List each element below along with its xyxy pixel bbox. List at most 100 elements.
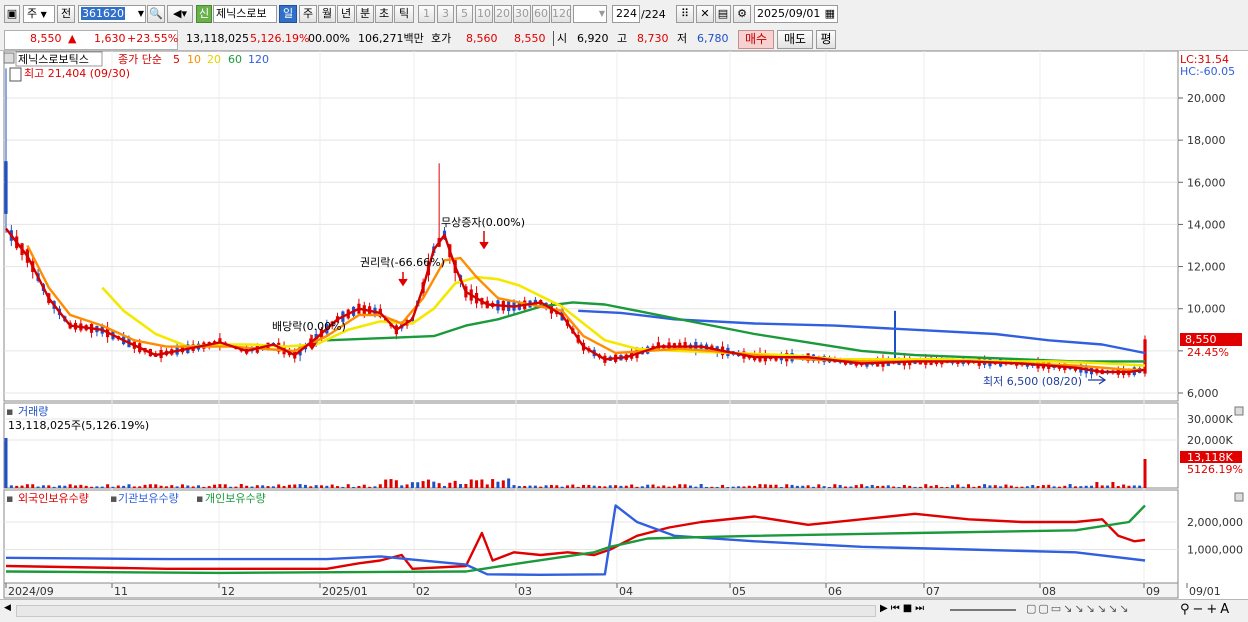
volume-bar — [132, 486, 136, 488]
prev-button[interactable]: 전 — [57, 5, 75, 23]
sell-button[interactable]: 매도 — [777, 30, 813, 49]
interval-input[interactable]: ▼ — [573, 5, 607, 23]
volume-bar — [197, 485, 201, 488]
drawing-tools-icon[interactable]: ▢▢▭↘↘↘↘↘↘ — [1026, 602, 1130, 615]
save-icon[interactable]: ▤ — [715, 5, 731, 23]
volume-bar — [908, 485, 912, 488]
volume-bar — [373, 486, 377, 488]
date-input[interactable]: 2025/09/01 ▦ — [754, 5, 838, 23]
volume-bar — [988, 485, 992, 488]
period-month-button[interactable]: 월 — [318, 5, 336, 23]
period-year-button[interactable]: 년 — [337, 5, 355, 23]
volume-bar — [229, 486, 233, 488]
volume-bar — [870, 484, 874, 488]
volume-bar — [1025, 486, 1029, 488]
volume-bar — [624, 485, 628, 488]
mode-select[interactable]: 주 ▼ — [23, 5, 55, 23]
volume-bar — [902, 484, 906, 488]
gear-icon[interactable]: ⚙ — [733, 5, 751, 23]
volume-bar — [1068, 484, 1072, 488]
volume-bar — [1052, 486, 1056, 488]
interval-1-button[interactable]: 1 — [418, 5, 435, 23]
volume-bar — [303, 484, 307, 488]
interval-3-button[interactable]: 3 — [437, 5, 454, 23]
volume-bar — [416, 482, 420, 488]
volume-bar — [672, 485, 676, 488]
close-panel-icon[interactable] — [1234, 406, 1244, 416]
high-note: 최고 21,404 (09/30) — [24, 67, 130, 80]
eval-button[interactable]: 평 — [816, 30, 836, 49]
period-day-button[interactable]: 일 — [279, 5, 297, 23]
interval-10-button[interactable]: 10 — [475, 5, 493, 23]
up-arrow-icon: ▲ — [68, 32, 77, 45]
volume-bar — [656, 486, 660, 488]
quote-bid: 8,550 — [514, 32, 546, 45]
volume-bar — [293, 484, 297, 488]
interval-20-button[interactable]: 20 — [494, 5, 512, 23]
volume-bar — [287, 484, 291, 488]
volume-bar — [1041, 485, 1045, 488]
volume-bar — [918, 486, 922, 488]
close-panel-icon[interactable] — [1234, 492, 1244, 502]
calculator-icon[interactable] — [9, 67, 22, 82]
tools-icon[interactable]: ⠿ — [676, 5, 694, 23]
interval-5-button[interactable]: 5 — [456, 5, 473, 23]
zoom-controls[interactable]: ⚲−+A — [1180, 602, 1232, 617]
volume-bar — [886, 485, 890, 488]
price-tick-label: 10,000 — [1187, 303, 1226, 316]
volume-bar — [1138, 485, 1142, 488]
volume-bar — [475, 480, 479, 488]
volume-bar — [726, 486, 730, 488]
volume-bar — [314, 485, 318, 488]
volume-bar — [20, 485, 24, 488]
volume-bar — [539, 486, 543, 488]
speaker-icon[interactable]: ◀▾ — [167, 5, 193, 23]
interval-60-button[interactable]: 60 — [532, 5, 550, 23]
volume-bar — [582, 484, 586, 488]
crosshair-icon[interactable]: ✕ — [696, 5, 714, 23]
volume-bar — [341, 486, 345, 488]
playback-controls[interactable]: ▶⏮■⏭ — [880, 603, 927, 614]
legend-label: 종가 단순 — [118, 53, 162, 66]
volume-bar — [298, 484, 302, 488]
volume-bar — [849, 486, 853, 488]
scrollbar-track[interactable] — [16, 605, 876, 617]
buy-button[interactable]: 매수 — [738, 30, 774, 49]
scroll-left-icon[interactable]: ◀ — [4, 603, 14, 617]
stock-name-field[interactable]: 제닉스로보 — [213, 5, 277, 23]
volume-bar — [459, 484, 463, 488]
date-value: 2025/09/01 — [757, 7, 821, 20]
volume-bar — [619, 485, 623, 488]
period-week-button[interactable]: 주 — [299, 5, 317, 23]
volume-bar — [737, 486, 741, 488]
count-input[interactable]: 224 — [612, 5, 640, 23]
calendar-icon: ▦ — [824, 7, 835, 20]
period-minute-button[interactable]: 분 — [356, 5, 374, 23]
current-price: 8,550 — [30, 32, 62, 45]
interval-30-button[interactable]: 30 — [513, 5, 531, 23]
period-second-button[interactable]: 초 — [375, 5, 393, 23]
interval-120-button[interactable]: 120 — [551, 5, 571, 23]
volume-bar — [464, 483, 468, 488]
volume-bar — [207, 486, 211, 488]
legend-institution: 기관보유수량 — [118, 492, 179, 505]
volume-bar — [667, 486, 671, 488]
volume-bar — [1084, 485, 1088, 488]
panel-menu-icon[interactable] — [3, 52, 15, 64]
zoom-slider[interactable] — [950, 609, 1016, 611]
period-tick-button[interactable]: 틱 — [394, 5, 414, 23]
price-change-pct: +23.55% — [127, 32, 179, 45]
quote-label: 호가 — [431, 32, 452, 45]
volume-bar — [560, 486, 564, 488]
chart-area: 20,000 18,000 16,000 14,000 12,000 10,000 6,00… — [0, 50, 1248, 599]
volume-bar — [1127, 485, 1131, 488]
count-total: /224 — [641, 8, 666, 21]
panel-marker: ▪ — [6, 405, 13, 418]
window-icon[interactable]: ▣ — [4, 5, 20, 23]
volume-bar — [405, 484, 409, 488]
stock-code-input[interactable]: 361620 ▼ — [78, 5, 146, 23]
search-icon[interactable]: 🔍 — [147, 5, 165, 23]
legend-ma20: 20 — [207, 53, 221, 66]
chevron-down-icon: ▼ — [40, 10, 47, 19]
volume-bar — [79, 484, 83, 488]
